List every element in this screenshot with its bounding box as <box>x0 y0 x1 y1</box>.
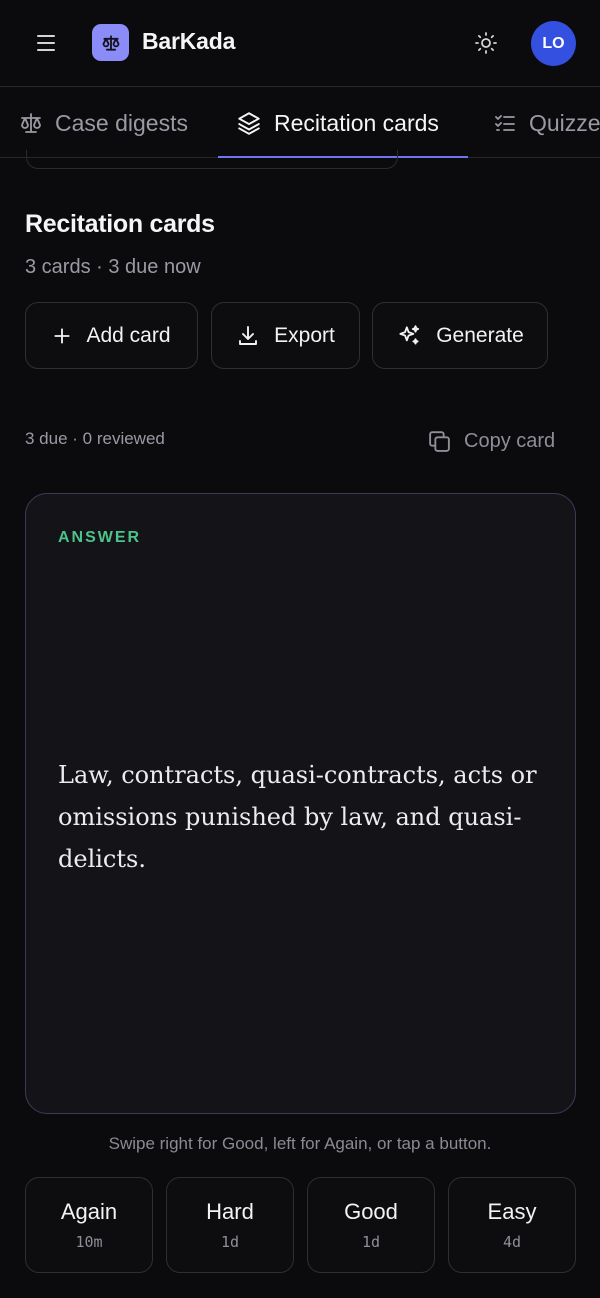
rate-again-button[interactable]: Again 10m <box>25 1177 153 1273</box>
card-side-label: ANSWER <box>58 529 142 546</box>
sun-icon <box>475 32 497 54</box>
logo-icon[interactable] <box>92 24 129 61</box>
avatar[interactable]: LO <box>531 21 576 66</box>
copy-icon <box>429 430 450 452</box>
layers-icon <box>238 112 260 135</box>
generate-button[interactable]: Generate <box>372 302 548 369</box>
card-count: 3 cards · 3 due now <box>25 256 201 278</box>
rate-hard-button[interactable]: Hard 1d <box>166 1177 294 1273</box>
scale-icon <box>21 113 41 133</box>
rate-label: Good <box>344 1199 398 1224</box>
app-header: BarKada LO <box>0 0 600 87</box>
rate-interval: 10m <box>75 1233 103 1251</box>
rate-good-button[interactable]: Good 1d <box>307 1177 435 1273</box>
rate-easy-button[interactable]: Easy 4d <box>448 1177 576 1273</box>
rate-label: Easy <box>487 1199 537 1224</box>
menu-icon-line <box>37 35 55 37</box>
download-icon <box>239 325 258 345</box>
add-card-label: Add card <box>86 323 171 347</box>
flashcard[interactable]: ANSWER Law, contracts, quasi-contracts, … <box>25 493 576 1114</box>
menu-button[interactable] <box>28 26 64 60</box>
scrolled-panel-edge <box>26 150 398 169</box>
checklist-icon <box>495 115 515 131</box>
export-button[interactable]: Export <box>211 302 360 369</box>
tab-quizzes[interactable]: Quizzes <box>493 88 600 157</box>
rate-label: Hard <box>206 1199 254 1224</box>
export-label: Export <box>274 323 335 347</box>
rate-interval: 1d <box>361 1233 381 1251</box>
tab-bar: Case digests Recitation cards Quizzes <box>0 88 600 158</box>
review-status: 3 due · 0 reviewed <box>25 429 165 448</box>
copy-card-label: Copy card <box>464 429 556 452</box>
app-name[interactable]: BarKada <box>142 28 235 55</box>
theme-toggle-button[interactable] <box>468 25 504 61</box>
tab-case-digests[interactable]: Case digests <box>19 88 188 157</box>
menu-icon-line <box>37 49 55 51</box>
rate-interval: 1d <box>220 1233 240 1251</box>
page-title: Recitation cards <box>25 210 215 238</box>
sparkles-icon <box>399 324 420 345</box>
tab-label: Quizzes <box>529 109 600 136</box>
swipe-hint: Swipe right for Good, left for Again, or… <box>108 1134 492 1153</box>
rate-label: Again <box>60 1199 118 1224</box>
tab-label: Recitation cards <box>274 109 439 136</box>
menu-icon-line <box>37 42 55 44</box>
copy-card-button[interactable]: Copy card <box>427 426 555 456</box>
plus-icon <box>54 327 71 344</box>
rate-interval: 4d <box>502 1233 522 1251</box>
tab-label: Case digests <box>55 109 188 136</box>
tab-recitation-cards[interactable]: Recitation cards <box>236 88 439 157</box>
card-answer-text: Law, contracts, quasi-contracts, acts or… <box>58 761 537 873</box>
add-card-button[interactable]: Add card <box>25 302 198 369</box>
generate-label: Generate <box>436 323 524 347</box>
